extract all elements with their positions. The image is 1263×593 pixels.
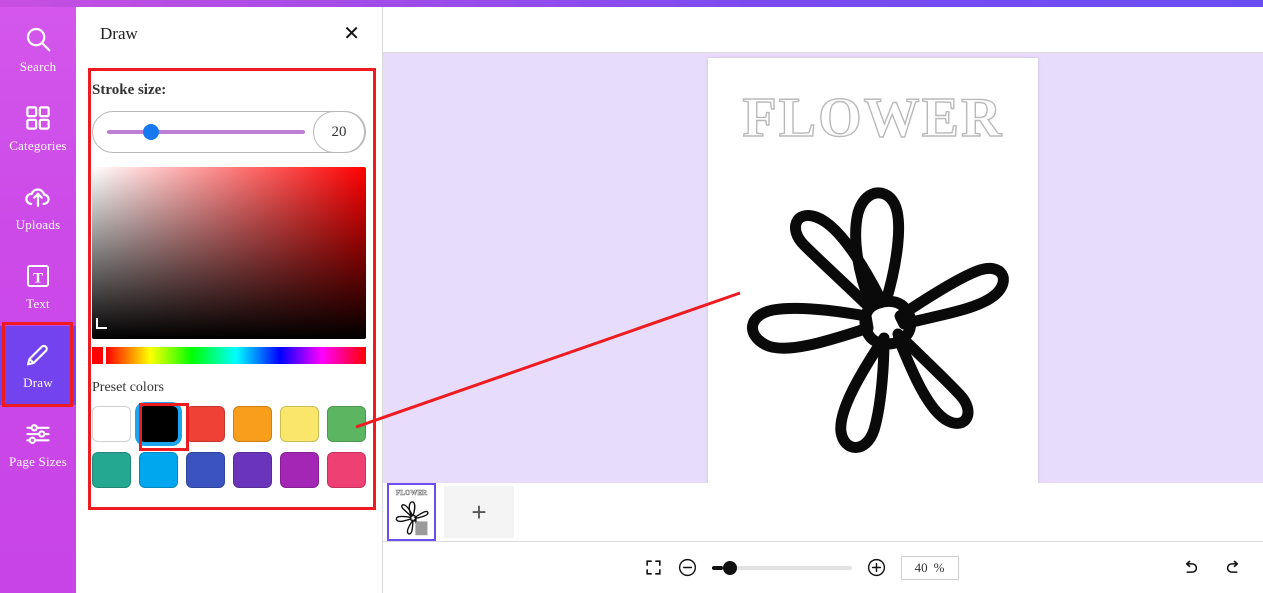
upload-cloud-icon [23,182,53,212]
stroke-size-value[interactable]: 20 [313,111,365,153]
preset-swatch-pink[interactable] [327,452,366,488]
preset-colors-label: Preset colors [92,380,164,395]
bottom-toolbar: 40 % [383,541,1263,593]
stroke-size-label: Stroke size: [92,82,167,98]
page-thumbnail-strip: FLOWER + [383,483,1263,541]
sidebar-item-text[interactable]: T Text [0,247,76,326]
close-icon[interactable]: ✕ [343,24,360,44]
stroke-size-slider[interactable] [107,111,305,153]
preset-swatch-black[interactable] [139,406,178,442]
hue-slider[interactable] [106,347,366,364]
zoom-in-icon[interactable] [866,557,887,578]
preset-color-row [92,452,366,488]
zoom-level-value: 40 [914,559,928,575]
draw-panel-header: Draw ✕ [76,0,382,68]
sidebar-label-text: Text [26,296,50,311]
add-page-button[interactable]: + [444,486,514,538]
zoom-slider[interactable] [711,558,852,578]
flower-title-outline-text: FLOWER [743,87,1004,149]
preset-swatch-magenta[interactable] [280,452,319,488]
zoom-slider-fill [711,565,723,570]
preset-swatch-indigo[interactable] [186,452,225,488]
flower-petals [747,187,1009,453]
current-hue-swatch [92,347,103,364]
preset-swatch-light-blue[interactable] [139,452,178,488]
zoom-out-icon[interactable] [677,557,698,578]
sidebar-item-categories[interactable]: Categories [0,89,76,168]
draw-panel-body: Stroke size: 20 Preset colors [76,68,382,488]
left-sidebar: Search Categories Uploads T Text Draw Pa… [0,0,76,593]
page-thumbnail-preview: FLOWER [396,489,429,536]
search-icon [23,24,53,54]
preset-swatch-orange[interactable] [233,406,272,442]
sidebar-label-draw: Draw [23,375,53,390]
preset-swatch-red[interactable] [186,406,225,442]
redo-icon[interactable] [1223,557,1245,579]
flower-artwork: FLOWER [742,86,1009,453]
fit-screen-icon[interactable] [644,558,663,577]
svg-text:T: T [33,270,43,286]
stroke-size-control: 20 [92,111,366,153]
stroke-slider-thumb[interactable] [142,124,159,140]
zoom-level-input[interactable]: 40 % [900,555,959,580]
categories-icon [23,103,53,133]
zoom-slider-thumb[interactable] [722,560,737,575]
sidebar-label-categories: Categories [9,138,67,153]
app-header [383,7,1263,53]
undo-icon[interactable] [1179,557,1201,579]
history-controls [1179,557,1245,579]
sidebar-item-page-sizes[interactable]: Page Sizes [0,405,76,484]
preset-swatch-teal[interactable] [92,452,131,488]
sidebar-item-uploads[interactable]: Uploads [0,168,76,247]
saturation-value-picker[interactable] [92,167,366,339]
zoom-level-unit: % [933,559,945,575]
sidebar-item-draw[interactable]: Draw [0,326,76,405]
preset-swatch-yellow[interactable] [280,406,319,442]
canvas-page[interactable]: FLOWER [708,58,1038,488]
app-root: Search Categories Uploads T Text Draw Pa… [0,0,1263,593]
sidebar-label-uploads: Uploads [15,217,61,232]
sidebar-label-search: Search [19,59,57,74]
thumbnail-title-text: FLOWER [396,489,428,497]
text-box-icon: T [23,261,53,291]
top-gradient-bar [0,0,1263,7]
hue-slider-row [92,347,366,364]
preset-swatch-green[interactable] [327,406,366,442]
stroke-slider-track [107,130,305,134]
draw-panel: Draw ✕ Stroke size: 20 Preset colors [76,0,383,593]
zoom-controls: 40 % [604,555,959,580]
preset-swatch-violet[interactable] [233,452,272,488]
color-picker-cursor [96,318,107,329]
canvas-workspace[interactable]: FLOWER [383,53,1263,541]
draw-panel-title: Draw [100,24,138,43]
preset-swatch-white[interactable] [92,406,131,442]
preset-color-row [92,406,366,442]
sliders-icon [23,419,53,449]
sidebar-item-search[interactable]: Search [0,10,76,89]
page-thumbnail[interactable]: FLOWER [387,483,436,541]
sidebar-label-page-sizes: Page Sizes [9,454,67,469]
pencil-icon [23,340,53,370]
